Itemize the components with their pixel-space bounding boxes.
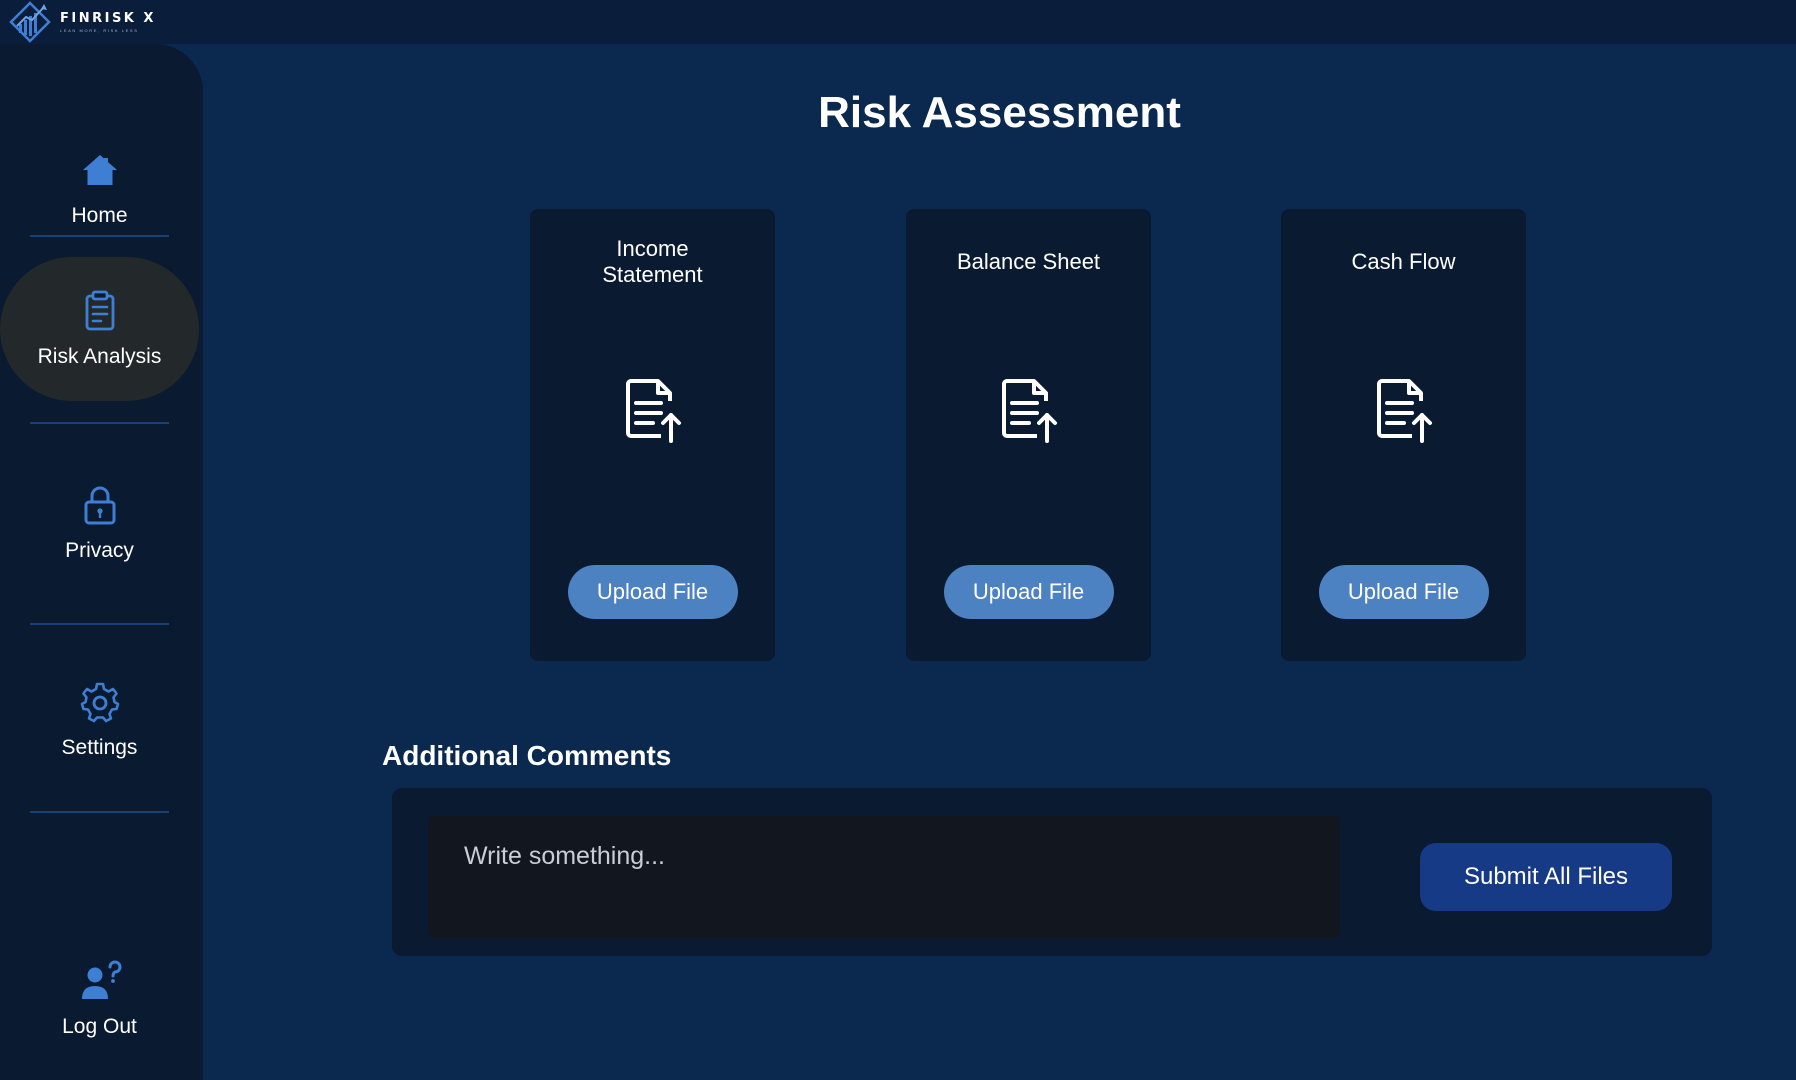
- upload-file-button[interactable]: Upload File: [943, 565, 1114, 619]
- top-bar: FINRISK X LEAN MORE, RISK LESS: [0, 0, 1796, 44]
- comments-panel: Submit All Files: [392, 788, 1712, 956]
- file-upload-icon: [1376, 379, 1432, 443]
- gear-icon: [80, 682, 119, 723]
- sidebar-divider: [30, 422, 169, 424]
- sidebar-item-label: Privacy: [65, 539, 134, 562]
- upload-card-balance-sheet: Balance Sheet Upload File: [906, 209, 1151, 661]
- finrisk-logo-icon: [9, 1, 51, 43]
- brand-name: FINRISK X: [60, 11, 156, 26]
- comment-input[interactable]: [428, 816, 1340, 938]
- page-title: Risk Assessment: [818, 88, 1181, 137]
- sidebar: Home Risk Analysis Privacy Settings Log …: [0, 44, 203, 1080]
- sidebar-item-home[interactable]: Home: [0, 116, 199, 260]
- submit-all-files-button[interactable]: Submit All Files: [1420, 843, 1672, 911]
- card-title: Income Statement: [602, 236, 703, 287]
- card-title: Balance Sheet: [956, 249, 1101, 274]
- sidebar-item-risk-analysis[interactable]: Risk Analysis: [0, 257, 199, 401]
- sidebar-item-privacy[interactable]: Privacy: [0, 446, 199, 600]
- upload-file-button[interactable]: Upload File: [567, 565, 738, 619]
- additional-comments-heading: Additional Comments: [382, 740, 672, 771]
- file-upload-icon: [625, 379, 681, 443]
- sidebar-divider: [30, 623, 169, 625]
- brand-tagline: LEAN MORE, RISK LESS: [60, 28, 139, 33]
- upload-file-button[interactable]: Upload File: [1318, 565, 1489, 619]
- sidebar-item-label: Log Out: [62, 1015, 137, 1038]
- upload-card-cash-flow: Cash Flow Upload File: [1281, 209, 1526, 661]
- logo[interactable]: FINRISK X LEAN MORE, RISK LESS: [8, 0, 156, 44]
- upload-card-income-statement: Income Statement Upload File: [530, 209, 775, 661]
- lock-icon: [84, 486, 115, 525]
- sidebar-divider: [30, 811, 169, 813]
- sidebar-divider: [30, 235, 169, 237]
- clipboard-icon: [85, 290, 114, 331]
- user-question-icon: [81, 960, 121, 999]
- card-title: Cash Flow: [1351, 249, 1456, 274]
- sidebar-item-settings[interactable]: Settings: [0, 646, 199, 794]
- sidebar-item-label: Settings: [61, 736, 138, 759]
- sidebar-item-log-out[interactable]: Log Out: [0, 924, 199, 1074]
- sidebar-item-label: Home: [71, 204, 128, 227]
- home-icon: [82, 155, 117, 185]
- sidebar-item-label: Risk Analysis: [37, 345, 162, 368]
- file-upload-icon: [1001, 379, 1057, 443]
